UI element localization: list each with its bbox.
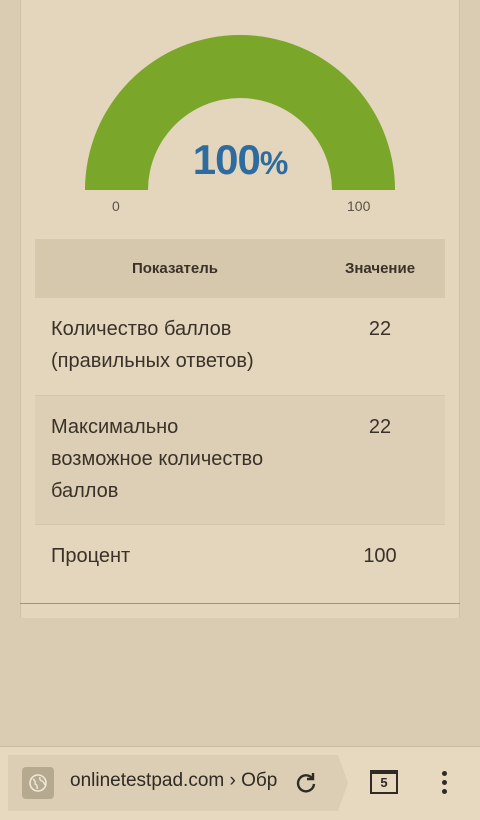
table-row: Процент 100 bbox=[35, 525, 445, 603]
globe-icon[interactable] bbox=[22, 767, 54, 799]
reload-icon[interactable] bbox=[293, 770, 319, 796]
gauge-percent-number: 100 bbox=[192, 136, 261, 183]
tabs-icon[interactable]: 5 bbox=[370, 770, 398, 794]
row-name-line: Количество баллов bbox=[51, 318, 232, 340]
browser-toolbar: onlinetestpad.com › Обр 5 bbox=[0, 747, 480, 820]
table-row: Количество баллов (правильных ответов) 2… bbox=[35, 298, 445, 395]
section-divider bbox=[20, 603, 460, 604]
row-value: 22 bbox=[368, 416, 392, 438]
card-border-right bbox=[459, 0, 460, 618]
table-header: Показатель Значение bbox=[35, 239, 445, 298]
menu-dots-icon[interactable] bbox=[436, 771, 452, 797]
tab-count: 5 bbox=[380, 775, 388, 790]
row-name-line: (правильных ответов) bbox=[51, 350, 254, 372]
url-text[interactable]: onlinetestpad.com › Обр bbox=[70, 770, 282, 796]
address-bar-chevron bbox=[338, 755, 348, 811]
row-name-line: баллов bbox=[51, 480, 119, 502]
row-value: 22 bbox=[368, 318, 392, 340]
row-name-line: Процент bbox=[51, 545, 131, 567]
column-header-indicator: Показатель bbox=[131, 260, 218, 277]
gauge-percent: 100% bbox=[0, 136, 480, 184]
gauge-max-label: 100 bbox=[347, 198, 371, 214]
card-border-left bbox=[20, 0, 21, 618]
gauge-percent-sign: % bbox=[259, 145, 288, 181]
row-name: Процент bbox=[35, 540, 315, 603]
column-header-value: Значение bbox=[344, 260, 416, 277]
table-row: Максимально возможное количество баллов … bbox=[35, 395, 445, 525]
row-name-line: Максимально bbox=[51, 416, 179, 438]
row-name-line: возможное количество bbox=[51, 448, 264, 470]
results-table: Показатель Значение Количество баллов (п… bbox=[35, 239, 445, 603]
row-name: Максимально возможное количество баллов bbox=[35, 411, 315, 524]
row-name: Количество баллов (правильных ответов) bbox=[35, 313, 315, 395]
gauge-min-label: 0 bbox=[112, 198, 120, 214]
address-bar[interactable]: onlinetestpad.com › Обр bbox=[8, 755, 338, 811]
row-value: 100 bbox=[363, 545, 397, 567]
page-background bbox=[0, 618, 480, 746]
